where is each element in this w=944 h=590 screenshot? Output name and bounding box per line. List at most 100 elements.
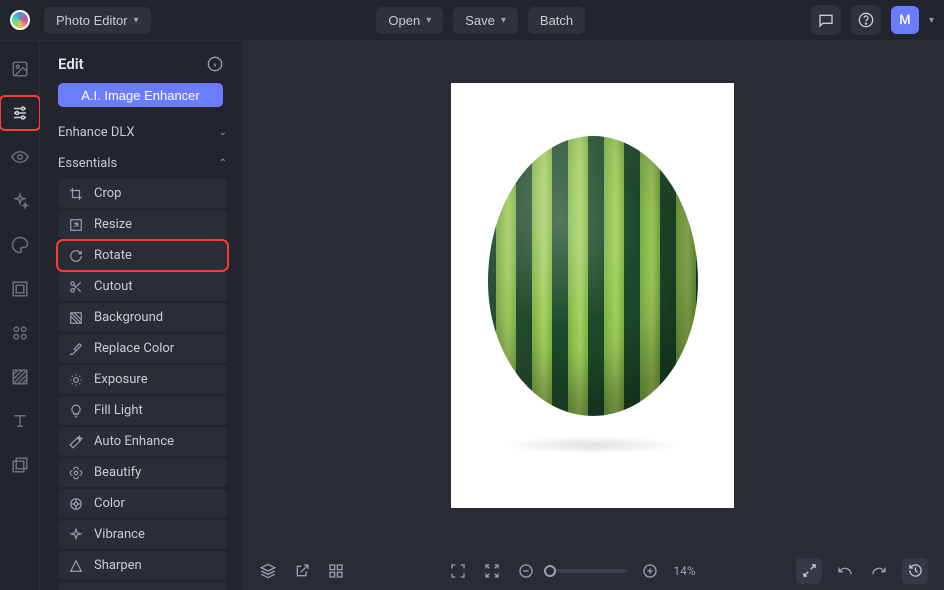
image-subject-watermelon xyxy=(488,136,698,416)
tool-vibrance[interactable]: Vibrance xyxy=(58,520,227,549)
exposure-icon xyxy=(68,373,84,387)
texture-icon xyxy=(11,368,29,386)
export-button[interactable] xyxy=(291,560,313,582)
adjust-tool-rail-item[interactable] xyxy=(3,99,37,127)
ai-enhancer-button[interactable]: A.I. Image Enhancer xyxy=(58,83,223,107)
undo-button[interactable] xyxy=(834,560,856,582)
chat-button[interactable] xyxy=(811,5,841,35)
zoom-track xyxy=(549,569,627,573)
help-button[interactable] xyxy=(851,5,881,35)
app-header: Photo Editor ▾ Open ▾ Save ▾ Batch xyxy=(0,0,944,41)
tool-exposure[interactable]: Exposure xyxy=(58,365,227,394)
tool-label: Vibrance xyxy=(94,527,145,542)
app-menu-label: Photo Editor xyxy=(56,13,128,28)
stack-icon xyxy=(260,563,276,579)
fullscreen-button[interactable] xyxy=(447,560,469,582)
canvas-image[interactable] xyxy=(451,83,734,508)
grid-icon xyxy=(328,563,344,579)
canvas-area: 14% xyxy=(241,41,944,590)
background-icon xyxy=(68,311,84,325)
batch-button[interactable]: Batch xyxy=(528,7,585,34)
palette-icon xyxy=(11,236,29,254)
tool-crop[interactable]: Crop xyxy=(58,179,227,208)
tool-clarity[interactable]: Clarity xyxy=(58,582,227,590)
plus-circle-icon xyxy=(642,563,658,579)
redo-icon xyxy=(871,563,887,579)
view-tool-rail-item[interactable] xyxy=(6,143,34,171)
tool-replace-color[interactable]: Replace Color xyxy=(58,334,227,363)
frame-tool-rail-item[interactable] xyxy=(6,275,34,303)
tool-cutout[interactable]: Cutout xyxy=(58,272,227,301)
edit-sidebar: Edit A.I. Image Enhancer Enhance DLX ⌄ E… xyxy=(40,41,241,590)
zoom-out-button[interactable] xyxy=(515,560,537,582)
wand-icon xyxy=(68,435,84,449)
frame-icon xyxy=(11,280,29,298)
tool-label: Background xyxy=(94,310,163,325)
image-tool-rail-item[interactable] xyxy=(6,55,34,83)
shapes-icon xyxy=(11,324,29,342)
texture-tool-rail-item[interactable] xyxy=(6,363,34,391)
section-enhance-dlx[interactable]: Enhance DLX ⌄ xyxy=(58,117,227,148)
tool-label: Resize xyxy=(94,217,132,232)
avatar-letter: M xyxy=(899,13,910,28)
tool-sharpen[interactable]: Sharpen xyxy=(58,551,227,580)
history-button[interactable] xyxy=(902,558,928,584)
zoom-handle[interactable] xyxy=(544,565,556,577)
layers-icon xyxy=(11,456,29,474)
external-icon xyxy=(294,563,310,579)
fullscreen-icon xyxy=(450,563,466,579)
redo-button[interactable] xyxy=(868,560,890,582)
minus-circle-icon xyxy=(518,563,534,579)
fit-screen-button[interactable] xyxy=(481,560,503,582)
tool-label: Crop xyxy=(94,186,121,201)
app-logo-icon xyxy=(10,10,30,30)
layers-tool-rail-item[interactable] xyxy=(6,451,34,479)
tool-label: Cutout xyxy=(94,279,133,294)
effects-tool-rail-item[interactable] xyxy=(6,187,34,215)
layers-panel-button[interactable] xyxy=(257,560,279,582)
tool-label: Rotate xyxy=(94,248,132,263)
canvas-viewport[interactable] xyxy=(241,41,944,550)
tool-color[interactable]: Color xyxy=(58,489,227,518)
info-icon[interactable] xyxy=(207,56,223,72)
tool-resize[interactable]: Resize xyxy=(58,210,227,239)
chevron-down-icon: ▾ xyxy=(426,15,431,26)
compare-button[interactable] xyxy=(796,558,822,584)
sidebar-title: Edit xyxy=(58,55,84,73)
section-label: Enhance DLX xyxy=(58,125,135,140)
image-icon xyxy=(11,60,29,78)
color-wheel-icon xyxy=(68,497,84,511)
dropper-icon xyxy=(68,342,84,356)
tool-rotate[interactable]: Rotate xyxy=(58,241,227,270)
resize-icon xyxy=(68,218,84,232)
zoom-slider[interactable] xyxy=(549,569,627,573)
section-label: Essentials xyxy=(58,156,117,171)
shapes-tool-rail-item[interactable] xyxy=(6,319,34,347)
batch-label: Batch xyxy=(540,13,573,28)
chat-icon xyxy=(818,12,834,28)
grid-view-button[interactable] xyxy=(325,560,347,582)
zoom-in-button[interactable] xyxy=(639,560,661,582)
text-tool-rail-item[interactable] xyxy=(6,407,34,435)
eye-icon xyxy=(11,148,29,166)
user-avatar[interactable]: M xyxy=(891,6,919,34)
open-label: Open xyxy=(388,13,420,28)
user-menu-chevron-icon[interactable]: ▾ xyxy=(929,15,934,26)
tool-label: Sharpen xyxy=(94,558,142,573)
tool-fill-light[interactable]: Fill Light xyxy=(58,396,227,425)
tool-beautify[interactable]: Beautify xyxy=(58,458,227,487)
tool-background[interactable]: Background xyxy=(58,303,227,332)
color-tool-rail-item[interactable] xyxy=(6,231,34,259)
sliders-icon xyxy=(11,104,29,122)
section-essentials[interactable]: Essentials ⌃ xyxy=(58,148,227,179)
history-icon xyxy=(908,563,923,578)
tool-label: Auto Enhance xyxy=(94,434,174,449)
tool-auto-enhance[interactable]: Auto Enhance xyxy=(58,427,227,456)
triangle-icon xyxy=(68,559,84,573)
open-button[interactable]: Open ▾ xyxy=(376,7,443,34)
zoom-percent-label: 14% xyxy=(673,564,695,578)
app-menu-dropdown[interactable]: Photo Editor ▾ xyxy=(44,7,151,34)
tool-label: Replace Color xyxy=(94,341,174,356)
save-button[interactable]: Save ▾ xyxy=(453,7,518,34)
help-icon xyxy=(858,12,874,28)
